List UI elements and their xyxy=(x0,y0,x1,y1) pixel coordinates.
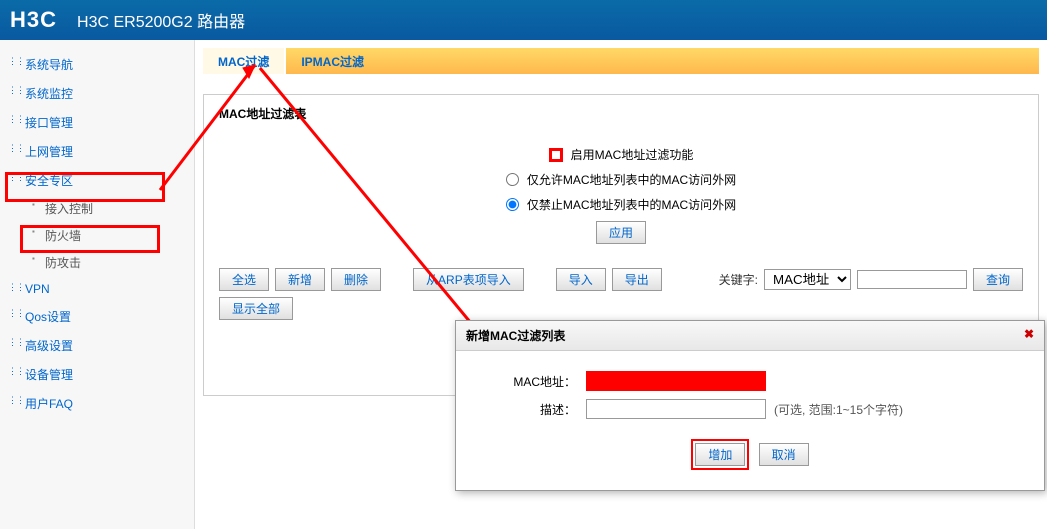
dialog-add-button[interactable]: 增加 xyxy=(695,443,745,466)
keyword-select[interactable]: MAC地址 xyxy=(764,269,851,290)
content-area: MAC过滤 IPMAC过滤 MAC地址过滤表 启用MAC地址过滤功能 仅允许MA… xyxy=(195,40,1047,529)
desc-hint: (可选, 范围:1~15个字符) xyxy=(774,401,903,418)
keyword-label: 关键字: xyxy=(719,271,758,288)
radio-deny[interactable] xyxy=(506,198,519,211)
mac-input[interactable] xyxy=(586,371,766,391)
logo: H3C xyxy=(10,7,57,33)
add-button[interactable]: 新增 xyxy=(275,268,325,291)
export-button[interactable]: 导出 xyxy=(612,268,662,291)
radio-allow-label: 仅允许MAC地址列表中的MAC访问外网 xyxy=(527,171,736,188)
desc-label: 描述： xyxy=(476,401,576,418)
sidebar-item-10[interactable]: 高级设置 xyxy=(0,331,194,360)
close-icon[interactable]: ✖ xyxy=(1024,327,1034,344)
sidebar: 系统导航系统监控接口管理上网管理安全专区接入控制防火墙防攻击VPNQos设置高级… xyxy=(0,40,195,529)
sidebar-item-8[interactable]: VPN xyxy=(0,276,194,302)
import-button[interactable]: 导入 xyxy=(556,268,606,291)
mac-label: MAC地址： xyxy=(476,373,576,390)
sidebar-item-5[interactable]: 接入控制 xyxy=(0,195,194,222)
sidebar-item-3[interactable]: 上网管理 xyxy=(0,137,194,166)
sidebar-item-0[interactable]: 系统导航 xyxy=(0,50,194,79)
add-mac-dialog: 新增MAC过滤列表 ✖ MAC地址： 描述： (可选, 范围:1~15个字符) … xyxy=(455,320,1045,491)
sidebar-item-7[interactable]: 防攻击 xyxy=(0,249,194,276)
search-button[interactable]: 查询 xyxy=(973,268,1023,291)
sidebar-item-12[interactable]: 用户FAQ xyxy=(0,389,194,418)
tab-mac-filter[interactable]: MAC过滤 xyxy=(203,48,284,74)
tab-ipmac-filter[interactable]: IPMAC过滤 xyxy=(286,48,379,74)
delete-button[interactable]: 删除 xyxy=(331,268,381,291)
radio-deny-label: 仅禁止MAC地址列表中的MAC访问外网 xyxy=(527,196,736,213)
keyword-input[interactable] xyxy=(857,270,967,289)
desc-input[interactable] xyxy=(586,399,766,419)
sidebar-item-11[interactable]: 设备管理 xyxy=(0,360,194,389)
sidebar-item-2[interactable]: 接口管理 xyxy=(0,108,194,137)
dialog-title: 新增MAC过滤列表 xyxy=(466,327,565,344)
panel-title: MAC地址过滤表 xyxy=(219,105,1023,122)
sidebar-item-6[interactable]: 防火墙 xyxy=(0,222,194,249)
import-arp-button[interactable]: 从ARP表项导入 xyxy=(413,268,524,291)
apply-button[interactable]: 应用 xyxy=(596,221,646,244)
sidebar-item-9[interactable]: Qos设置 xyxy=(0,302,194,331)
radio-allow[interactable] xyxy=(506,173,519,186)
tab-bar: MAC过滤 IPMAC过滤 xyxy=(203,48,1039,74)
enable-label: 启用MAC地址过滤功能 xyxy=(571,146,694,163)
toolbar: 全选 新增 删除 从ARP表项导入 导入 导出 关键字: MAC地址 查询 显示… xyxy=(219,268,1023,320)
app-header: H3C H3C ER5200G2 路由器 xyxy=(0,0,1047,40)
sidebar-item-4[interactable]: 安全专区 xyxy=(0,166,194,195)
dialog-cancel-button[interactable]: 取消 xyxy=(759,443,809,466)
page-title: H3C ER5200G2 路由器 xyxy=(77,8,245,32)
show-all-button[interactable]: 显示全部 xyxy=(219,297,293,320)
enable-mac-filter-checkbox[interactable] xyxy=(549,148,563,162)
select-all-button[interactable]: 全选 xyxy=(219,268,269,291)
sidebar-item-1[interactable]: 系统监控 xyxy=(0,79,194,108)
